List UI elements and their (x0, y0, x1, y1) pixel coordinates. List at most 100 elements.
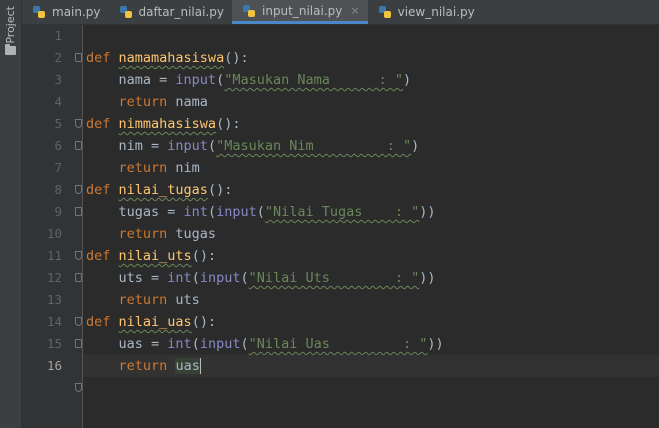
line-number: 14 (46, 314, 62, 329)
tab-label: view_nilai.py (397, 5, 475, 19)
fold-end-icon[interactable] (75, 317, 82, 326)
line-number: 11 (46, 248, 62, 263)
line-number-gutter[interactable]: 1 2 3 4 5 6 7 8 9 10 11 12 13 14 15 16 (22, 25, 83, 428)
string-literal: "Nilai Uas : " (248, 336, 428, 352)
code-line-6[interactable]: nim = input("Masukan Nim : ") (83, 135, 659, 157)
code-line-13[interactable]: return uts (83, 289, 659, 311)
variable: nim (118, 138, 143, 154)
identifier-highlighted: uas (175, 358, 200, 374)
punctuation: ( (216, 72, 225, 88)
close-tab-icon[interactable]: × (350, 4, 359, 17)
function-name: nilai_uas (118, 314, 192, 330)
python-file-icon (33, 6, 45, 18)
operator: = (142, 336, 168, 352)
code-editor[interactable]: def namamahasiswa(): nama = input("Masuk… (83, 25, 659, 428)
editor-tab-bar: main.py daftar_nilai.py input_nilai.py ×… (22, 0, 659, 25)
keyword: return (118, 160, 168, 176)
tab-label: input_nilai.py (262, 3, 343, 18)
python-file-icon (378, 6, 391, 18)
fold-marker-icon[interactable] (75, 53, 82, 62)
function-name: namamahasiswa (118, 50, 225, 66)
code-line-14[interactable]: def nilai_uas(): (83, 311, 659, 333)
project-tool-window-strip[interactable]: Project (0, 0, 22, 428)
string-literal: "Nilai Uts : " (248, 270, 420, 286)
keyword: def (86, 248, 111, 264)
fold-end-icon[interactable] (75, 251, 82, 260)
punctuation: ) (411, 138, 420, 154)
builtin: int (183, 204, 208, 220)
punctuation: ( (240, 270, 249, 286)
punctuation: ) (403, 72, 412, 88)
fold-end-icon[interactable] (75, 119, 82, 128)
keyword: return (118, 358, 168, 374)
fold-marker-icon[interactable] (75, 339, 82, 348)
variable: tugas (118, 204, 160, 220)
builtin: input (216, 204, 257, 220)
keyword: return (118, 94, 168, 110)
punctuation: ( (207, 204, 217, 220)
keyword: def (86, 50, 111, 66)
line-number: 2 (54, 50, 62, 65)
string-literal: "Nilai Tugas : " (264, 204, 420, 220)
fold-end-icon[interactable] (75, 185, 82, 194)
code-line-8[interactable]: def nilai_tugas(): (83, 179, 659, 201)
function-name: nilai_uts (118, 248, 192, 264)
variable: uts (118, 270, 143, 286)
operator: = (159, 204, 184, 220)
punctuation: (): (216, 116, 241, 132)
line-number: 8 (54, 182, 62, 197)
punctuation: )) (419, 270, 436, 286)
string-literal: "Masukan Nama : " (224, 72, 404, 88)
punctuation: )) (427, 336, 444, 352)
operator: = (142, 138, 168, 154)
code-line-15[interactable]: uas = int(input("Nilai Uas : ")) (83, 333, 659, 355)
fold-marker-icon[interactable] (75, 207, 82, 216)
line-number: 10 (46, 226, 62, 241)
line-number: 6 (54, 138, 62, 153)
fold-marker-icon[interactable] (75, 273, 82, 282)
code-line-5[interactable]: def nimmahasiswa(): (83, 113, 659, 135)
code-line-11[interactable]: def nilai_uts(): (83, 245, 659, 267)
code-line-10[interactable]: return tugas (83, 223, 659, 245)
tab-daftar-nilai-py[interactable]: daftar_nilai.py (109, 0, 232, 24)
python-file-icon (243, 4, 255, 17)
identifier: nim (167, 160, 200, 176)
builtin: input (199, 270, 241, 286)
punctuation: ( (256, 204, 265, 220)
keyword: return (118, 226, 168, 242)
code-line-16-current[interactable]: return uas (83, 355, 659, 377)
line-number: 9 (54, 204, 62, 219)
builtin: input (167, 138, 208, 154)
punctuation: ( (191, 336, 200, 352)
identifier: uts (167, 292, 200, 308)
text-caret (199, 358, 201, 374)
code-line-1[interactable] (83, 25, 659, 47)
builtin: input (175, 72, 217, 88)
fold-end-icon[interactable] (75, 383, 82, 392)
fold-marker-icon[interactable] (75, 141, 82, 150)
code-line-9[interactable]: tugas = int(input("Nilai Tugas : ")) (83, 201, 659, 223)
line-number: 1 (54, 28, 62, 43)
string-literal: "Masukan Nim : " (216, 138, 412, 154)
tab-main-py[interactable]: main.py (22, 0, 109, 24)
punctuation: (): (207, 182, 233, 198)
code-line-7[interactable]: return nim (83, 157, 659, 179)
code-line-4[interactable]: return nama (83, 91, 659, 113)
code-line-12[interactable]: uts = int(input("Nilai Uts : ")) (83, 267, 659, 289)
operator: = (142, 270, 168, 286)
punctuation: (): (224, 50, 249, 66)
line-number: 3 (54, 72, 62, 87)
keyword: def (86, 116, 111, 132)
project-tool-label[interactable]: Project (4, 6, 17, 44)
variable: nama (118, 72, 152, 88)
keyword: return (118, 292, 168, 308)
folder-icon[interactable] (5, 44, 16, 55)
line-number: 4 (54, 94, 62, 109)
code-line-2[interactable]: def namamahasiswa(): (83, 47, 659, 69)
operator: = (151, 72, 176, 88)
punctuation: ( (240, 336, 249, 352)
tab-view-nilai-py[interactable]: view_nilai.py (368, 0, 483, 24)
line-number: 5 (54, 116, 62, 131)
tab-input-nilai-py[interactable]: input_nilai.py × (232, 0, 368, 24)
code-line-3[interactable]: nama = input("Masukan Nama : ") (83, 69, 659, 91)
